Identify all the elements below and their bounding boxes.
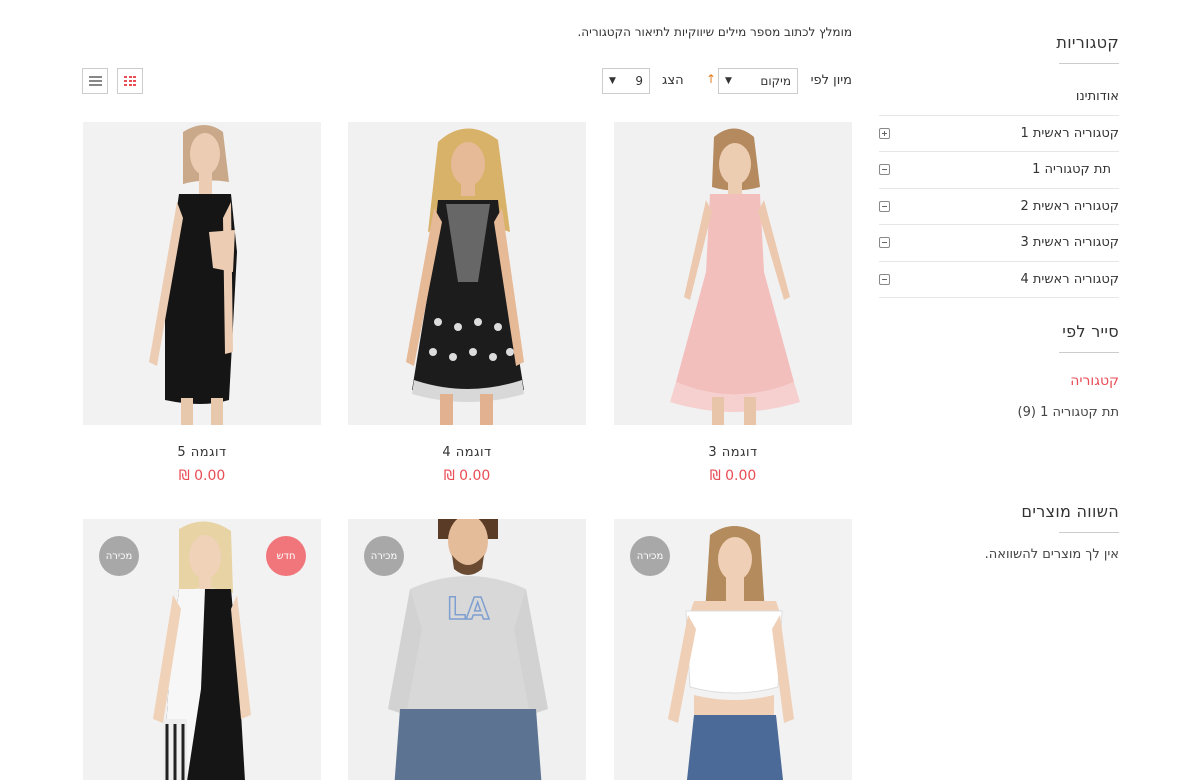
category-label: קטגוריה ראשית 4 bbox=[1020, 271, 1119, 287]
collapse-minus-icon[interactable] bbox=[879, 164, 890, 176]
product-card[interactable]: מכירה bbox=[614, 519, 852, 780]
filter-title: סייר לפי bbox=[1059, 322, 1119, 353]
category-item-main-4[interactable]: קטגוריה ראשית 4 bbox=[879, 262, 1119, 298]
category-label: תת קטגוריה 1 bbox=[1032, 162, 1111, 178]
product-name[interactable]: דוגמה 4 bbox=[348, 445, 586, 460]
svg-text:LA: LA bbox=[447, 592, 490, 627]
list-view-button[interactable] bbox=[82, 68, 108, 94]
category-item-sub-1[interactable]: תת קטגוריה 1 bbox=[879, 152, 1119, 189]
show-value: 9 bbox=[635, 74, 643, 88]
category-description: מומלץ לכתוב מספר מילים שיווקיות לתיאור ה… bbox=[577, 25, 852, 39]
sale-badge: מכירה bbox=[364, 536, 404, 576]
category-label: קטגוריה ראשית 2 bbox=[1020, 198, 1119, 214]
filter-option-sub-category[interactable]: תת קטגוריה 1 (9) bbox=[1017, 405, 1119, 420]
product-image[interactable]: מכירה חדש bbox=[83, 519, 321, 780]
category-item-main-3[interactable]: קטגוריה ראשית 3 bbox=[879, 225, 1119, 262]
product-price: 0.00 ₪ bbox=[443, 468, 491, 484]
sort-value: מיקום bbox=[760, 74, 791, 88]
product-card[interactable]: דוגמה 3 0.00 ₪ bbox=[614, 122, 852, 484]
collapse-minus-icon[interactable] bbox=[879, 237, 890, 249]
category-item-about[interactable]: אודותינו bbox=[879, 79, 1119, 116]
product-card[interactable]: דוגמה 5 0.00 ₪ bbox=[83, 122, 321, 484]
grid-view-icon bbox=[124, 76, 136, 86]
categories-title: קטגוריות bbox=[1056, 33, 1119, 64]
sort-direction-icon[interactable]: ↑ bbox=[706, 72, 716, 86]
sale-badge: מכירה bbox=[99, 536, 139, 576]
product-image[interactable]: LA מכירה bbox=[348, 519, 586, 780]
category-label: קטגוריה ראשית 1 bbox=[1020, 125, 1119, 141]
sale-badge: מכירה bbox=[630, 536, 670, 576]
dropdown-arrow-icon: ▼ bbox=[609, 76, 616, 86]
product-name[interactable]: דוגמה 5 bbox=[83, 445, 321, 460]
category-item-main-2[interactable]: קטגוריה ראשית 2 bbox=[879, 189, 1119, 225]
show-label: הצג bbox=[662, 73, 684, 88]
grid-view-button[interactable] bbox=[117, 68, 143, 94]
compare-title: השווה מוצרים bbox=[1021, 502, 1119, 533]
collapse-minus-icon[interactable] bbox=[879, 273, 890, 285]
compare-empty-text: אין לך מוצרים להשוואה. bbox=[984, 547, 1119, 562]
product-image[interactable]: מכירה bbox=[614, 519, 852, 780]
category-list: אודותינו קטגוריה ראשית 1 תת קטגוריה 1 קט… bbox=[879, 79, 1119, 298]
product-image[interactable] bbox=[614, 122, 852, 425]
product-card[interactable]: דוגמה 4 0.00 ₪ bbox=[348, 122, 586, 484]
product-price: 0.00 ₪ bbox=[709, 468, 757, 484]
category-label: אודותינו bbox=[1075, 89, 1119, 105]
product-image[interactable] bbox=[83, 122, 321, 425]
expand-plus-icon[interactable] bbox=[879, 127, 890, 139]
product-card[interactable]: LA מכירה bbox=[348, 519, 586, 780]
product-image[interactable] bbox=[348, 122, 586, 425]
show-limit-select[interactable]: 9 ▼ bbox=[602, 68, 650, 94]
collapse-minus-icon[interactable] bbox=[879, 200, 890, 212]
category-label: קטגוריה ראשית 3 bbox=[1020, 235, 1119, 251]
product-card[interactable]: מכירה חדש bbox=[83, 519, 321, 780]
dropdown-arrow-icon: ▼ bbox=[725, 76, 732, 86]
list-view-icon bbox=[88, 76, 102, 86]
product-price: 0.00 ₪ bbox=[178, 468, 226, 484]
product-name[interactable]: דוגמה 3 bbox=[614, 445, 852, 460]
sort-label: מיון לפי bbox=[810, 73, 852, 88]
sort-select[interactable]: מיקום ▼ bbox=[718, 68, 798, 94]
category-item-main-1[interactable]: קטגוריה ראשית 1 bbox=[879, 116, 1119, 152]
filter-active-category: קטגוריה bbox=[1070, 373, 1119, 389]
new-badge: חדש bbox=[266, 536, 306, 576]
